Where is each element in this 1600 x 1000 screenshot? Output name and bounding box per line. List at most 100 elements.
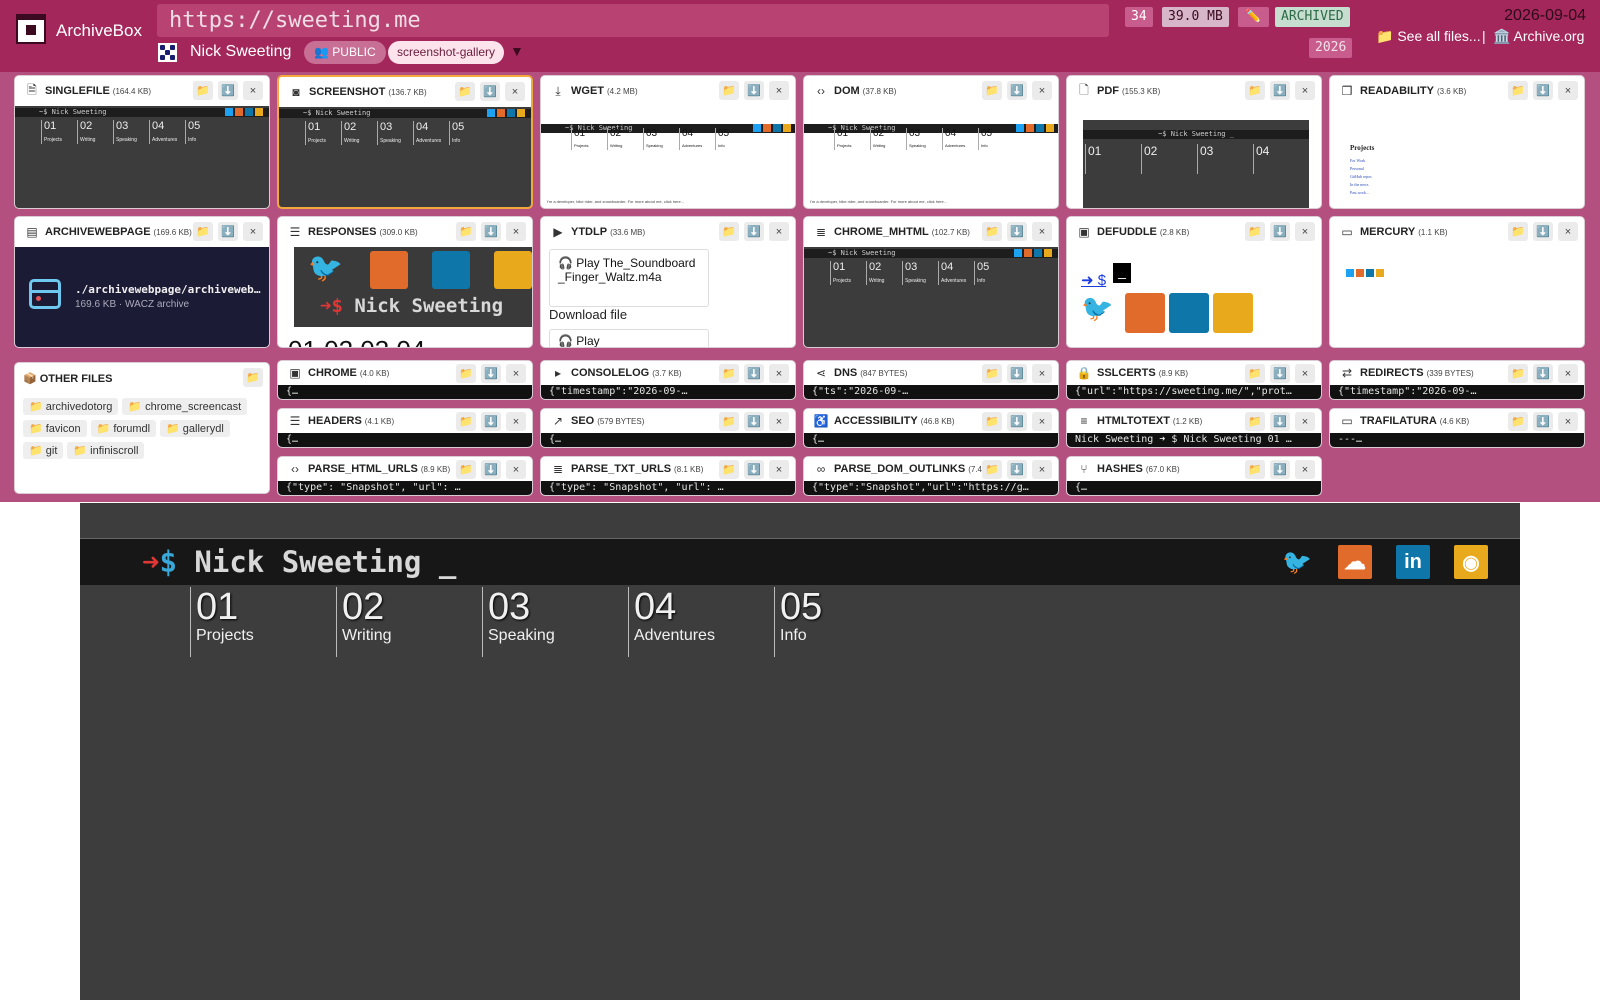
close-button[interactable]: × <box>1295 222 1315 241</box>
output-preview[interactable]: ~$ Nick Sweeting 01 Projects 02 Writing 03 Spe… <box>279 107 531 207</box>
output-name[interactable]: PARSE_TXT_URLS <box>571 463 671 475</box>
open-folder-button[interactable]: 📁 <box>193 222 213 241</box>
download-button[interactable]: ⬇️ <box>1533 81 1553 100</box>
output-name[interactable]: DNS <box>834 367 857 379</box>
open-folder-button[interactable]: 📁 <box>719 222 739 241</box>
output-card-wget[interactable]: ⤓ WGET (4.2 MB) 📁 ⬇️ × ~$ Nick Sweeting 01 Proje… <box>540 75 796 209</box>
output-name[interactable]: SCREENSHOT <box>309 86 385 98</box>
github-icon[interactable]: ◉ <box>1454 545 1488 579</box>
output-card-redirects[interactable]: ⇄ REDIRECTS (339 BYTES) 📁 ⬇️ × {"timestamp":"2… <box>1329 360 1585 400</box>
output-text-preview[interactable]: {… <box>278 433 532 447</box>
folder-link[interactable]: 📁 favicon <box>23 420 87 437</box>
output-card-dom[interactable]: ‹› DOM (37.8 KB) 📁 ⬇️ × ~$ Nick Sweeting 01 Proj… <box>803 75 1059 209</box>
close-button[interactable]: × <box>1558 81 1578 100</box>
output-name[interactable]: ARCHIVEWEBPAGE <box>45 226 151 238</box>
download-button[interactable]: ⬇️ <box>1270 81 1290 100</box>
output-preview[interactable]: 🐦 ➜$ Nick Sweeting 01 02 03 04 <box>278 247 532 347</box>
close-button[interactable]: × <box>1032 81 1052 100</box>
open-folder-button[interactable]: 📁 <box>719 460 739 479</box>
output-card-hashes[interactable]: ⑂ HASHES (67.0 KB) 📁 ⬇️ × {… <box>1066 456 1322 496</box>
output-text-preview[interactable]: {… <box>1067 481 1321 495</box>
site-nav-item[interactable]: 01 Projects <box>190 587 254 657</box>
output-preview[interactable]: Projects For Work Personal GitHub repos In t… <box>1330 106 1584 208</box>
download-button[interactable]: ⬇️ <box>744 364 764 383</box>
output-text-preview[interactable]: Nick Sweeting ➜ $ Nick Sweeting 01 … <box>1067 433 1321 447</box>
output-card-trafilatura[interactable]: ▭ TRAFILATURA (4.6 KB) 📁 ⬇️ × ---… <box>1329 408 1585 448</box>
output-card-parse_dom_outlinks[interactable]: ∞PARSE_DOM_OUTLINKS(7.4 KB)📁⬇️×{"type":"… <box>803 456 1059 496</box>
open-folder-button[interactable]: 📁 <box>1508 222 1528 241</box>
output-name[interactable]: CHROME <box>308 367 357 379</box>
output-text-preview[interactable]: {"type": "Snapshot", "url": … <box>278 481 532 495</box>
folder-link[interactable]: 📁 chrome_screencast <box>122 398 248 415</box>
output-name[interactable]: SEO <box>571 415 594 427</box>
open-folder-button[interactable]: 📁 <box>1245 364 1265 383</box>
download-button[interactable]: ⬇️ <box>481 412 501 431</box>
open-folder-button[interactable]: 📁 <box>456 460 476 479</box>
close-button[interactable]: × <box>506 222 526 241</box>
open-folder-button[interactable]: 📁 <box>455 82 475 101</box>
close-button[interactable]: × <box>769 460 789 479</box>
brand-name[interactable]: ArchiveBox <box>56 21 142 41</box>
open-folder-button[interactable]: 📁 <box>1245 412 1265 431</box>
download-button[interactable]: ⬇️ <box>1270 222 1290 241</box>
output-card-pdf[interactable]: 🗋 PDF (155.3 KB) 📁 ⬇️ × ~$ Nick Sweeting _ 01 02… <box>1066 75 1322 209</box>
output-name[interactable]: READABILITY <box>1360 85 1434 97</box>
output-name[interactable]: CHROME_MHTML <box>834 226 929 238</box>
output-card-dns[interactable]: ⋖ DNS (847 BYTES) 📁 ⬇️ × {"ts":"2026-09-… <box>803 360 1059 400</box>
output-card-ytdlp[interactable]: ▶ YTDLP (33.6 MB) 📁 ⬇️ × 🎧 Play The_Soundboard… <box>540 216 796 348</box>
output-preview[interactable]: ~$ Nick Sweeting 01 Projects 02 Writing 03 Spe… <box>15 106 269 208</box>
output-card-consolelog[interactable]: ▸ CONSOLELOG (3.7 KB) 📁 ⬇️ × {"timestamp":"202… <box>540 360 796 400</box>
open-folder-button[interactable]: 📁 <box>982 364 1002 383</box>
open-folder-button[interactable]: 📁 <box>243 368 263 387</box>
close-button[interactable]: × <box>769 412 789 431</box>
close-button[interactable]: × <box>505 82 525 101</box>
output-name[interactable]: DEFUDDLE <box>1097 226 1157 238</box>
close-button[interactable]: × <box>506 412 526 431</box>
output-card-parse_txt_urls[interactable]: ≣ PARSE_TXT_URLS (8.1 KB) 📁 ⬇️ × {"type": "Sna… <box>540 456 796 496</box>
soundcloud-icon[interactable] <box>1125 293 1165 333</box>
download-button[interactable]: ⬇️ <box>1533 222 1553 241</box>
output-preview[interactable] <box>1330 247 1584 347</box>
download-button[interactable]: ⬇️ <box>744 460 764 479</box>
open-folder-button[interactable]: 📁 <box>982 412 1002 431</box>
download-button[interactable]: ⬇️ <box>480 82 500 101</box>
open-folder-button[interactable]: 📁 <box>982 460 1002 479</box>
download-button[interactable]: ⬇️ <box>744 222 764 241</box>
folder-link[interactable]: 📁 forumdl <box>90 420 157 437</box>
close-button[interactable]: × <box>1032 460 1052 479</box>
output-card-readability[interactable]: ❒ READABILITY (3.6 KB) 📁 ⬇️ × Projects For Work… <box>1329 75 1585 209</box>
tag-dropdown-icon[interactable]: ▼ <box>510 43 524 59</box>
download-button[interactable]: ⬇️ <box>218 81 238 100</box>
download-file-link[interactable]: Download file <box>549 307 627 322</box>
output-preview[interactable]: ➜ $ _ 🐦 <box>1067 247 1321 347</box>
output-card-htmltotext[interactable]: ≡ HTMLTOTEXT (1.2 KB) 📁 ⬇️ × Nick Sweeting ➜ $… <box>1066 408 1322 448</box>
download-button[interactable]: ⬇️ <box>1533 364 1553 383</box>
soundcloud-icon[interactable]: ☁ <box>1338 545 1372 579</box>
download-button[interactable]: ⬇️ <box>1007 81 1027 100</box>
site-nav-item[interactable]: 02 Writing <box>336 587 392 657</box>
close-button[interactable]: × <box>1032 364 1052 383</box>
site-nav-item[interactable]: 05 Info <box>774 587 822 657</box>
close-button[interactable]: × <box>769 222 789 241</box>
download-button[interactable]: ⬇️ <box>744 81 764 100</box>
download-button[interactable]: ⬇️ <box>481 222 501 241</box>
close-button[interactable]: × <box>1032 412 1052 431</box>
edit-icon[interactable]: ✏️ <box>1238 7 1269 27</box>
output-card-singlefile[interactable]: 🗎 SINGLEFILE (164.4 KB) 📁 ⬇️ × ~$ Nick Sweetin… <box>14 75 270 209</box>
output-text-preview[interactable]: {"timestamp":"2026-09-… <box>541 385 795 399</box>
open-folder-button[interactable]: 📁 <box>1508 412 1528 431</box>
output-card-responses[interactable]: ☰ RESPONSES (309.0 KB) 📁 ⬇️ × 🐦 ➜$ Nick Sweetin… <box>277 216 533 348</box>
download-button[interactable]: ⬇️ <box>1007 364 1027 383</box>
close-button[interactable]: × <box>769 81 789 100</box>
download-button[interactable]: ⬇️ <box>1270 412 1290 431</box>
output-text-preview[interactable]: {"ts":"2026-09-… <box>804 385 1058 399</box>
tag-chip[interactable]: screenshot-gallery <box>388 41 505 64</box>
output-text-preview[interactable]: {"url":"https://sweeting.me/","prot… <box>1067 385 1321 399</box>
audio-player[interactable]: 🎧 Play The_Soundboard_Finger_Waltz.m4a <box>549 249 709 307</box>
output-text-preview[interactable]: {"type":"Snapshot","url":"https://g… <box>804 481 1058 495</box>
output-card-screenshot[interactable]: ◙ SCREENSHOT (136.7 KB) 📁 ⬇️ × ~$ Nick Sweetin… <box>277 75 533 209</box>
close-button[interactable]: × <box>1295 81 1315 100</box>
output-card-chrome[interactable]: ▣ CHROME (4.0 KB) 📁 ⬇️ × {… <box>277 360 533 400</box>
close-button[interactable]: × <box>1558 222 1578 241</box>
output-preview[interactable]: ~$ Nick Sweeting 01 Projects 02 Writing 03 Spe… <box>804 247 1058 347</box>
